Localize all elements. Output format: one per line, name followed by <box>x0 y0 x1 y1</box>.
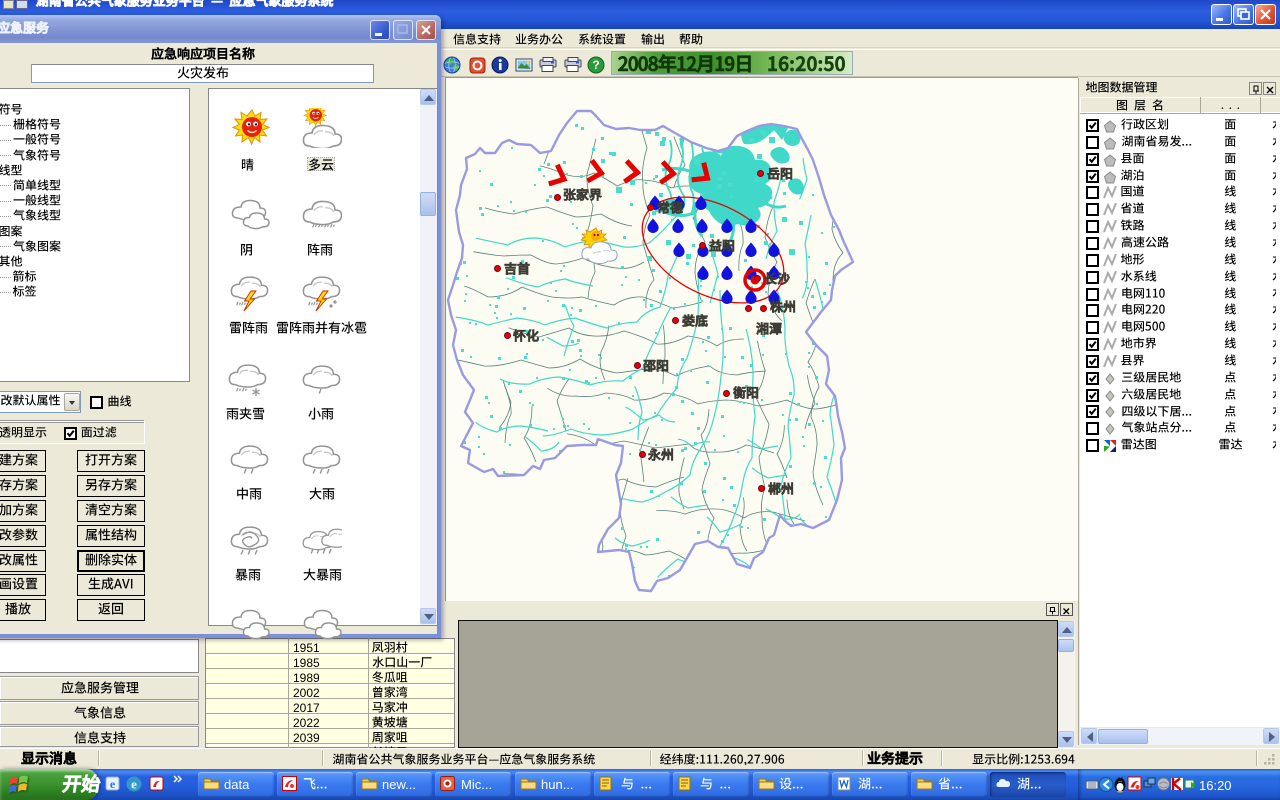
svg-text:e: e <box>110 777 116 791</box>
svg-text:e: e <box>131 777 137 792</box>
svg-text:?: ? <box>592 58 599 72</box>
